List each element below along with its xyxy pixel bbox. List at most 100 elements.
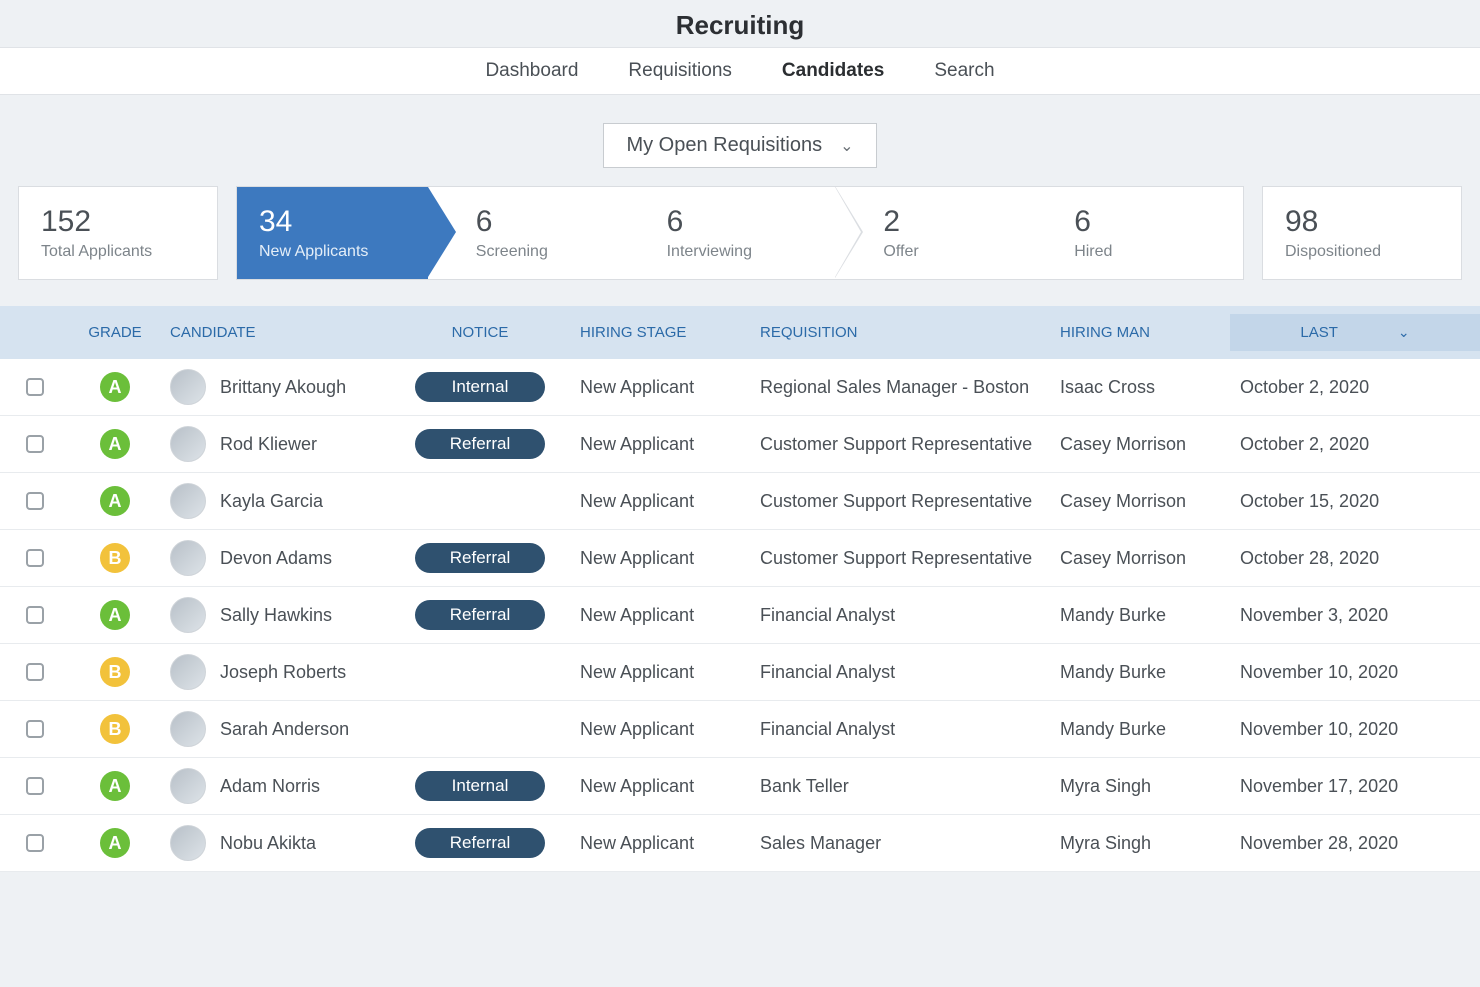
page-header: Recruiting xyxy=(0,0,1480,48)
row-checkbox[interactable] xyxy=(26,777,44,795)
col-header-requisition[interactable]: REQUISITION xyxy=(750,314,1050,351)
stage-screening[interactable]: 6 Screening xyxy=(428,187,645,279)
candidate-name[interactable]: Devon Adams xyxy=(220,548,332,569)
pipeline-stages: 34 New Applicants 6 Screening 6 Intervie… xyxy=(236,186,1244,280)
requisition-name: Customer Support Representative xyxy=(750,424,1050,465)
row-checkbox[interactable] xyxy=(26,720,44,738)
table-row[interactable]: BDevon AdamsReferralNew ApplicantCustome… xyxy=(0,530,1480,587)
avatar xyxy=(170,768,206,804)
table-row[interactable]: A Kayla Garcia New ApplicantCustomer Suppo… xyxy=(0,473,1480,530)
row-checkbox[interactable] xyxy=(26,549,44,567)
col-header-grade[interactable]: GRADE xyxy=(70,314,160,351)
stage-hired[interactable]: 6 Hired xyxy=(1052,187,1243,279)
requisition-filter-dropdown[interactable]: My Open Requisitions ⌄ xyxy=(603,123,876,168)
tab-requisitions[interactable]: Requisitions xyxy=(628,60,732,82)
table-row[interactable]: A Adam Norris Internal New ApplicantBank Te… xyxy=(0,758,1480,815)
table-row[interactable]: ARod KliewerReferralNew ApplicantCustome… xyxy=(0,416,1480,473)
avatar xyxy=(170,597,206,633)
requisition-name: Financial Analyst xyxy=(750,652,1050,693)
candidate-name[interactable]: Joseph Roberts xyxy=(220,662,346,683)
table-row[interactable]: A Brittany Akough Internal New ApplicantReg… xyxy=(0,359,1480,416)
hiring-stage: New Applicant xyxy=(570,652,750,693)
col-header-manager[interactable]: HIRING MAN xyxy=(1050,314,1230,351)
hiring-manager: Isaac Cross xyxy=(1050,367,1230,408)
grade-badge: A xyxy=(100,372,130,402)
grade-badge: A xyxy=(100,771,130,801)
last-date: October 15, 2020 xyxy=(1230,481,1480,522)
table-row[interactable]: ANobu AkiktaReferralNew ApplicantSales M… xyxy=(0,815,1480,872)
candidate-name[interactable]: Rod Kliewer xyxy=(220,434,317,455)
row-checkbox[interactable] xyxy=(26,834,44,852)
candidate-name[interactable]: Brittany Akough xyxy=(220,377,346,398)
hiring-stage: New Applicant xyxy=(570,481,750,522)
row-checkbox[interactable] xyxy=(26,492,44,510)
candidate-name[interactable]: Sarah Anderson xyxy=(220,719,349,740)
table-row[interactable]: B Sarah Anderson New ApplicantFinancial An… xyxy=(0,701,1480,758)
candidate-name[interactable]: Kayla Garcia xyxy=(220,491,323,512)
hiring-stage: New Applicant xyxy=(570,538,750,579)
hiring-manager: Mandy Burke xyxy=(1050,595,1230,636)
candidate-name[interactable]: Nobu Akikta xyxy=(220,833,316,854)
requisition-name: Financial Analyst xyxy=(750,595,1050,636)
notice-badge: Referral xyxy=(415,543,545,573)
hiring-stage: New Applicant xyxy=(570,367,750,408)
dispositioned-card[interactable]: 98 Dispositioned xyxy=(1262,186,1462,280)
tab-candidates[interactable]: Candidates xyxy=(782,60,884,82)
requisition-name: Financial Analyst xyxy=(750,709,1050,750)
stage-offer[interactable]: 2 Offer xyxy=(835,187,1052,279)
stage-new-applicants[interactable]: 34 New Applicants xyxy=(237,187,428,279)
candidate-name[interactable]: Adam Norris xyxy=(220,776,320,797)
pipeline: 152 Total Applicants 34 New Applicants 6… xyxy=(0,186,1480,306)
requisition-name: Bank Teller xyxy=(750,766,1050,807)
notice-badge: Referral xyxy=(415,828,545,858)
last-date: October 2, 2020 xyxy=(1230,367,1480,408)
row-checkbox[interactable] xyxy=(26,378,44,396)
hiring-manager: Casey Morrison xyxy=(1050,424,1230,465)
grade-badge: B xyxy=(100,714,130,744)
requisition-name: Customer Support Representative xyxy=(750,481,1050,522)
last-date: November 10, 2020 xyxy=(1230,652,1480,693)
avatar xyxy=(170,483,206,519)
notice-badge: Referral xyxy=(415,600,545,630)
dispositioned-label: Dispositioned xyxy=(1285,243,1439,261)
table-row[interactable]: ASally HawkinsReferralNew ApplicantFinan… xyxy=(0,587,1480,644)
stage-interviewing[interactable]: 6 Interviewing xyxy=(645,187,836,279)
table-row[interactable]: B Joseph Roberts New ApplicantFinancial An… xyxy=(0,644,1480,701)
last-date: November 28, 2020 xyxy=(1230,823,1480,864)
tab-dashboard[interactable]: Dashboard xyxy=(485,60,578,82)
notice-badge: Internal xyxy=(415,771,545,801)
avatar xyxy=(170,711,206,747)
candidate-name[interactable]: Sally Hawkins xyxy=(220,605,332,626)
hiring-stage: New Applicant xyxy=(570,424,750,465)
chevron-down-icon: ⌄ xyxy=(1398,324,1410,341)
col-header-last[interactable]: LAST ⌄ xyxy=(1230,314,1480,351)
hiring-manager: Myra Singh xyxy=(1050,823,1230,864)
last-date: October 28, 2020 xyxy=(1230,538,1480,579)
last-date: November 3, 2020 xyxy=(1230,595,1480,636)
grade-badge: A xyxy=(100,486,130,516)
hiring-stage: New Applicant xyxy=(570,766,750,807)
dispositioned-count: 98 xyxy=(1285,205,1439,239)
row-checkbox[interactable] xyxy=(26,663,44,681)
col-header-notice[interactable]: NOTICE xyxy=(390,314,570,351)
requisition-name: Regional Sales Manager - Boston xyxy=(750,367,1050,408)
col-header-stage[interactable]: HIRING STAGE xyxy=(570,314,750,351)
row-checkbox[interactable] xyxy=(26,435,44,453)
row-checkbox[interactable] xyxy=(26,606,44,624)
tab-search[interactable]: Search xyxy=(934,60,994,82)
requisition-name: Sales Manager xyxy=(750,823,1050,864)
notice-badge: Internal xyxy=(415,372,545,402)
chevron-down-icon: ⌄ xyxy=(840,136,853,156)
notice-badge: Referral xyxy=(415,429,545,459)
total-applicants-card[interactable]: 152 Total Applicants xyxy=(18,186,218,280)
page-title: Recruiting xyxy=(0,10,1480,41)
filter-row: My Open Requisitions ⌄ xyxy=(0,95,1480,186)
hiring-manager: Mandy Burke xyxy=(1050,709,1230,750)
grade-badge: B xyxy=(100,543,130,573)
avatar xyxy=(170,426,206,462)
last-date: October 2, 2020 xyxy=(1230,424,1480,465)
grade-badge: B xyxy=(100,657,130,687)
hiring-stage: New Applicant xyxy=(570,709,750,750)
col-header-candidate[interactable]: CANDIDATE xyxy=(160,314,390,351)
hiring-manager: Myra Singh xyxy=(1050,766,1230,807)
